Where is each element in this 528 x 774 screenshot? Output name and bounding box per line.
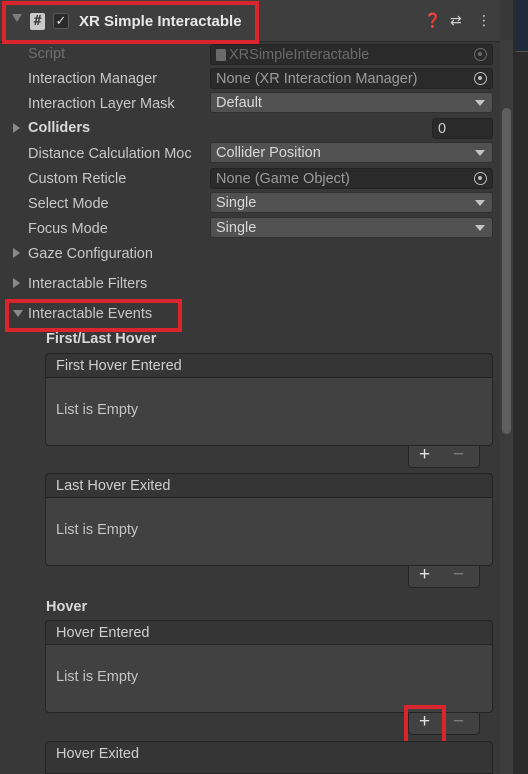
first-last-hover-heading: First/Last Hover	[46, 331, 157, 347]
interaction-manager-value: None (XR Interaction Manager)	[216, 71, 418, 87]
help-icon[interactable]: ❓	[424, 12, 441, 29]
script-field[interactable]: XRSimpleInteractable	[210, 44, 493, 65]
list-footer: + −	[408, 445, 480, 468]
scene-viewport-sliver	[516, 0, 528, 52]
custom-reticle-label: Custom Reticle	[28, 171, 127, 187]
list-empty-text: List is Empty	[56, 402, 139, 418]
hover-entered-header: Hover Entered	[45, 620, 493, 645]
title-highlight-box	[2, 1, 259, 44]
first-hover-entered-header: First Hover Entered	[45, 353, 493, 378]
scene-view-edge	[513, 0, 528, 774]
add-item-button[interactable]: +	[419, 445, 430, 465]
script-field-value: XRSimpleInteractable	[229, 47, 370, 63]
gaze-foldout-icon[interactable]	[13, 248, 20, 258]
chevron-down-icon	[475, 100, 485, 106]
object-picker-icon[interactable]	[474, 72, 487, 85]
focus-mode-value: Single	[216, 220, 257, 236]
chevron-down-icon	[475, 225, 485, 231]
chevron-down-icon	[475, 200, 485, 206]
list-footer: + −	[408, 565, 480, 588]
interaction-manager-field[interactable]: None (XR Interaction Manager)	[210, 68, 493, 89]
distance-calc-dropdown[interactable]: Collider Position	[210, 142, 493, 163]
add-button-highlight-box	[404, 705, 446, 745]
colliders-foldout-icon[interactable]	[13, 123, 20, 133]
colliders-count-field[interactable]: 0	[432, 118, 493, 139]
custom-reticle-field[interactable]: None (Game Object)	[210, 168, 493, 189]
distance-calc-value: Collider Position	[216, 145, 321, 161]
add-item-button[interactable]: +	[419, 565, 430, 585]
list-empty-text: List is Empty	[56, 522, 139, 538]
select-mode-value: Single	[216, 195, 257, 211]
events-highlight-box	[5, 299, 182, 332]
focus-mode-dropdown[interactable]: Single	[210, 217, 493, 238]
hover-entered-list: List is Empty	[45, 645, 493, 713]
object-picker-icon[interactable]	[474, 172, 487, 185]
component-menu-icon[interactable]: ⋮	[477, 12, 491, 29]
distance-calc-label: Distance Calculation Moc	[28, 146, 192, 162]
interactable-filters-foldout[interactable]: Interactable Filters	[28, 273, 147, 295]
first-hover-entered-list: List is Empty	[45, 378, 493, 446]
layer-mask-value: Default	[216, 95, 262, 111]
interaction-manager-label: Interaction Manager	[28, 71, 157, 87]
list-empty-text: List is Empty	[56, 669, 139, 685]
script-label: Script	[28, 46, 66, 62]
presets-icon[interactable]: ⇄	[450, 12, 462, 29]
chevron-down-icon	[475, 150, 485, 156]
last-hover-exited-header: Last Hover Exited	[45, 473, 493, 498]
hover-exited-header: Hover Exited	[45, 741, 493, 774]
layer-mask-label: Interaction Layer Mask	[28, 96, 175, 112]
select-mode-dropdown[interactable]: Single	[210, 192, 493, 213]
hover-heading: Hover	[46, 599, 88, 615]
remove-item-button[interactable]: −	[453, 712, 464, 732]
filters-foldout-icon[interactable]	[13, 278, 20, 288]
gaze-configuration-foldout[interactable]: Gaze Configuration	[28, 243, 153, 265]
remove-item-button[interactable]: −	[453, 565, 464, 585]
colliders-label[interactable]: Colliders	[28, 117, 90, 139]
script-file-icon	[216, 49, 226, 61]
layer-mask-dropdown[interactable]: Default	[210, 92, 493, 113]
remove-item-button[interactable]: −	[453, 445, 464, 465]
custom-reticle-value: None (Game Object)	[216, 171, 350, 187]
last-hover-exited-list: List is Empty	[45, 498, 493, 566]
focus-mode-label: Focus Mode	[28, 221, 108, 237]
select-mode-label: Select Mode	[28, 196, 109, 212]
object-picker-icon	[474, 48, 487, 61]
scrollbar-thumb[interactable]	[502, 108, 511, 434]
